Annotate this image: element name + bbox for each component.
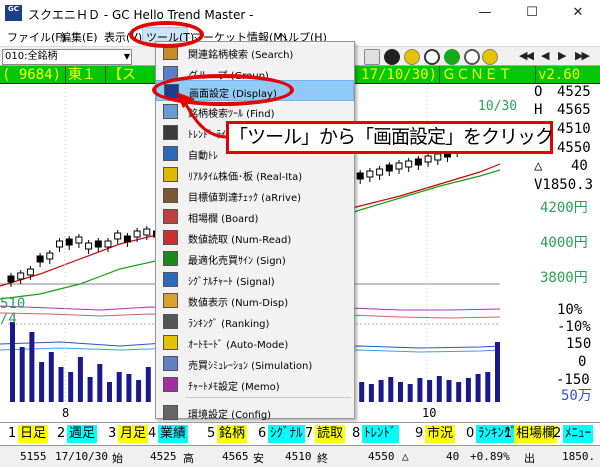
- annotation-arrow-line: [183, 102, 229, 139]
- annotation-callout: 「ツール」から「画面設定」をクリック: [226, 121, 554, 154]
- annotation-arrow-head: [176, 92, 195, 108]
- annotation-arrows: [176, 92, 229, 139]
